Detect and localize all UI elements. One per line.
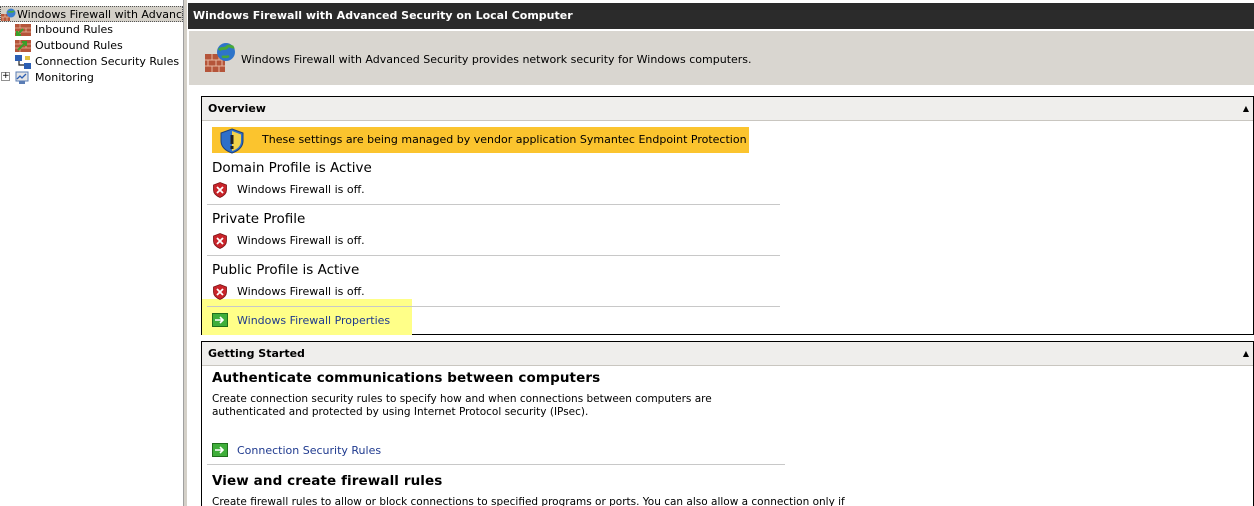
inbound-rules-icon [15, 24, 31, 36]
shield-error-icon [213, 233, 227, 249]
private-profile-title: Private Profile [212, 211, 306, 227]
navigation-tree: Windows Firewall with Advanced S Inbound… [0, 0, 183, 506]
firewall-rules-title: View and create firewall rules [212, 473, 443, 489]
link-text[interactable]: Connection Security Rules [237, 444, 381, 457]
arrow-right-icon [212, 313, 228, 327]
tree-item-connection-security-rules[interactable]: Connection Security Rules [15, 54, 179, 70]
public-profile-title: Public Profile is Active [212, 262, 360, 278]
collapse-icon[interactable]: ▲ [1243, 97, 1249, 121]
info-banner: Windows Firewall with Advanced Security … [189, 31, 1254, 85]
authenticate-description: Create connection security rules to spec… [212, 393, 712, 418]
divider [207, 204, 780, 205]
tree-item-label: Connection Security Rules [35, 55, 180, 68]
expand-monitoring-button[interactable]: + [1, 72, 10, 81]
authenticate-title: Authenticate communications between comp… [212, 370, 601, 386]
managed-warning-bar: These settings are being managed by vend… [212, 127, 749, 154]
managed-warning-text: These settings are being managed by vend… [262, 133, 747, 146]
monitoring-icon [15, 71, 29, 84]
divider [207, 255, 780, 256]
status-text: Windows Firewall is off. [237, 285, 365, 298]
private-profile-status: Windows Firewall is off. [212, 233, 365, 249]
overview-heading: Overview [208, 102, 266, 115]
page-title: Windows Firewall with Advanced Security … [188, 3, 1254, 29]
banner-text: Windows Firewall with Advanced Security … [241, 53, 752, 66]
collapse-icon[interactable]: ▲ [1243, 342, 1249, 366]
tree-item-root[interactable]: Windows Firewall with Advanced S [0, 6, 183, 22]
shield-error-icon [213, 284, 227, 300]
getting-started-section: Getting Started ▲ Authenticate communica… [201, 341, 1254, 506]
divider [207, 464, 785, 465]
outbound-rules-icon [15, 40, 31, 52]
tree-item-inbound-rules[interactable]: Inbound Rules [15, 22, 113, 38]
connection-security-icon [15, 55, 31, 69]
link-text[interactable]: Windows Firewall Properties [237, 314, 390, 327]
public-profile-status: Windows Firewall is off. [212, 284, 365, 300]
shield-warning-icon [220, 128, 244, 154]
getting-started-header[interactable]: Getting Started ▲ [202, 342, 1253, 366]
windows-firewall-properties-link[interactable]: Windows Firewall Properties [212, 313, 390, 329]
overview-header[interactable]: Overview ▲ [202, 97, 1253, 121]
tree-item-outbound-rules[interactable]: Outbound Rules [15, 38, 123, 54]
tree-root-label: Windows Firewall with Advanced S [17, 8, 183, 21]
firewall-globe-icon [205, 43, 235, 72]
firewall-rules-description: Create firewall rules to allow or block … [212, 496, 845, 506]
divider [207, 306, 780, 307]
domain-profile-status: Windows Firewall is off. [212, 182, 365, 198]
overview-section: Overview ▲ These settings are being mana… [201, 96, 1254, 335]
status-text: Windows Firewall is off. [237, 234, 365, 247]
shield-error-icon [213, 182, 227, 198]
tree-item-monitoring[interactable]: Monitoring [15, 70, 94, 86]
getting-started-heading: Getting Started [208, 347, 305, 360]
arrow-right-icon [212, 443, 228, 457]
status-text: Windows Firewall is off. [237, 183, 365, 196]
connection-security-rules-link[interactable]: Connection Security Rules [212, 443, 381, 459]
content-pane: Windows Firewall with Advanced Security … [187, 0, 1254, 506]
tree-item-label: Outbound Rules [35, 39, 123, 52]
domain-profile-title: Domain Profile is Active [212, 160, 372, 176]
firewall-globe-icon [1, 8, 16, 21]
